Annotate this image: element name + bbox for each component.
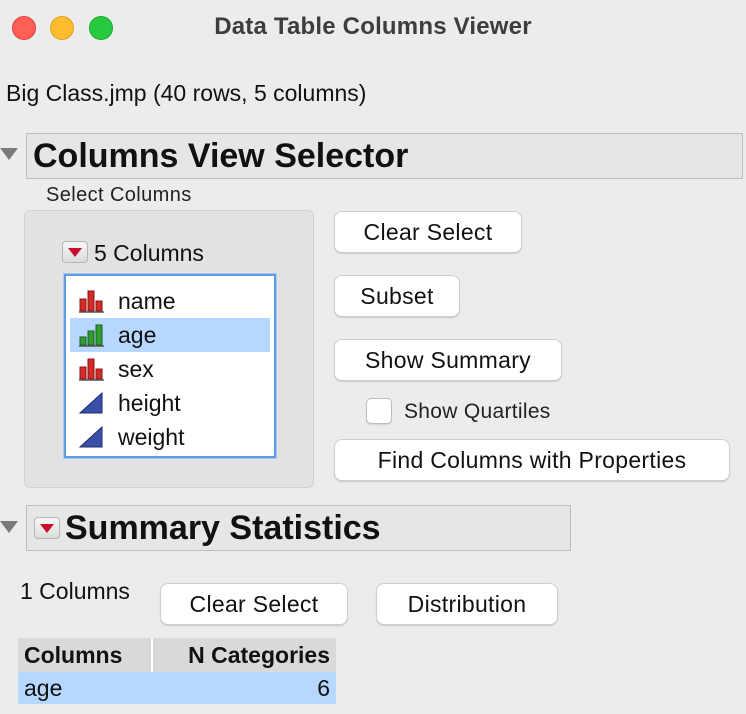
- find-columns-with-properties-button[interactable]: Find Columns with Properties: [334, 439, 730, 481]
- list-item-label: weight: [118, 423, 185, 450]
- summary-statistics-table: Columns N Categories age 6: [18, 638, 336, 704]
- summary-statistics-title: Summary Statistics: [65, 508, 381, 547]
- column-listbox[interactable]: name age sex height weight: [64, 274, 276, 458]
- nominal-bar-icon: [79, 358, 104, 381]
- minimize-window-button[interactable]: [50, 16, 74, 40]
- columns-view-selector-header[interactable]: Columns View Selector: [26, 133, 743, 179]
- ordinal-bar-icon: [79, 324, 104, 347]
- distribution-button[interactable]: Distribution: [376, 583, 558, 625]
- columns-view-selector-title: Columns View Selector: [33, 136, 409, 175]
- close-window-button[interactable]: [12, 16, 36, 40]
- show-summary-button[interactable]: Show Summary: [334, 339, 562, 381]
- subset-button[interactable]: Subset: [334, 275, 460, 317]
- show-quartiles-label: Show Quartiles: [404, 400, 551, 423]
- continuous-triangle-icon: [78, 425, 103, 448]
- red-triangle-menu-icon[interactable]: [62, 241, 88, 263]
- column-header-columns[interactable]: Columns: [18, 638, 153, 672]
- list-item-sex[interactable]: sex: [70, 352, 270, 386]
- list-item-label: sex: [118, 355, 154, 382]
- show-quartiles-checkbox[interactable]: [366, 398, 392, 424]
- list-item-label: age: [118, 321, 157, 348]
- column-header-n-categories[interactable]: N Categories: [152, 638, 336, 672]
- table-cell-n-categories: 6: [152, 672, 336, 704]
- nominal-bar-icon: [79, 290, 104, 313]
- disclosure-triangle-icon[interactable]: [0, 148, 18, 160]
- select-columns-label: Select Columns: [46, 184, 192, 206]
- list-item-name[interactable]: name: [70, 284, 270, 318]
- continuous-triangle-icon: [78, 391, 103, 414]
- window: Data Table Columns Viewer Big Class.jmp …: [0, 0, 746, 714]
- maximize-window-button[interactable]: [89, 16, 113, 40]
- list-item-label: name: [118, 287, 176, 314]
- list-item-label: height: [118, 389, 181, 416]
- table-row[interactable]: age 6: [18, 672, 336, 704]
- list-item-height[interactable]: height: [70, 386, 270, 420]
- red-triangle-menu-icon[interactable]: [34, 517, 60, 539]
- clear-select-button[interactable]: Clear Select: [334, 211, 522, 253]
- summary-statistics-header[interactable]: Summary Statistics: [26, 505, 571, 551]
- table-header-row: Columns N Categories: [18, 638, 336, 672]
- column-count-label: 5 Columns: [94, 240, 204, 266]
- list-item-age[interactable]: age: [70, 318, 270, 352]
- window-title: Data Table Columns Viewer: [214, 13, 532, 40]
- summary-column-count-label: 1 Columns: [20, 578, 130, 604]
- summary-clear-select-button[interactable]: Clear Select: [160, 583, 348, 625]
- disclosure-triangle-icon[interactable]: [0, 521, 18, 533]
- title-bar: Data Table Columns Viewer: [0, 0, 746, 54]
- file-info-label: Big Class.jmp (40 rows, 5 columns): [6, 80, 367, 106]
- list-item-weight[interactable]: weight: [70, 420, 270, 454]
- table-cell-column-name: age: [18, 672, 152, 704]
